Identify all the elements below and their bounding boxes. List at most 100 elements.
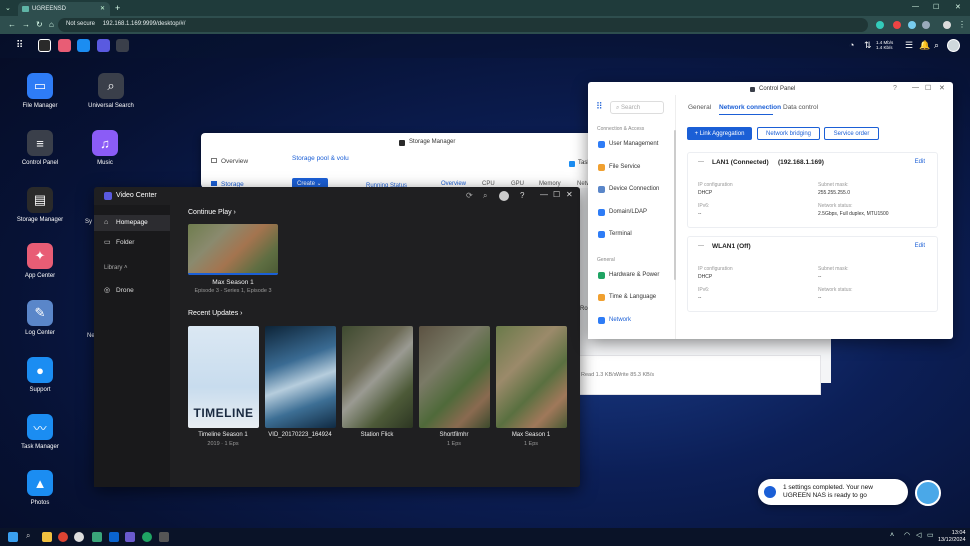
control-panel-taskbar-icon[interactable] — [116, 39, 129, 52]
desktop-icon-music[interactable]: ♫ Music — [75, 130, 135, 166]
close-icon[interactable]: ✕ — [939, 84, 945, 92]
sidebar-item-drone[interactable]: ◎ Drone — [94, 283, 170, 299]
user-avatar[interactable] — [947, 39, 960, 52]
storage-pool-tab[interactable]: Storage pool & volu — [292, 155, 349, 162]
extension-icon[interactable] — [876, 21, 884, 29]
recent-thumbnail[interactable] — [265, 326, 336, 428]
maximize-icon[interactable]: ☐ — [925, 84, 931, 92]
recent-thumbnail[interactable] — [496, 326, 567, 428]
minimize-icon[interactable]: — — [540, 190, 548, 199]
storage-taskbar-icon[interactable] — [38, 39, 51, 52]
cp-nav-device-connection[interactable]: Device Connection — [597, 183, 673, 197]
windows-start-icon[interactable] — [8, 532, 18, 542]
continue-thumbnail[interactable] — [188, 224, 278, 275]
desktop-icon-app-center[interactable]: ✦ App Center — [10, 243, 70, 279]
cp-nav-hardware-power[interactable]: Hardware & Power — [597, 269, 673, 283]
notification-bell-icon[interactable]: 🔔 — [919, 41, 930, 50]
record-icon[interactable] — [893, 21, 901, 29]
user-avatar[interactable] — [499, 191, 509, 201]
battery-icon[interactable]: ▭ — [927, 532, 934, 539]
desktop-icon-support[interactable]: ● Support — [10, 357, 70, 393]
volume-icon[interactable]: ◁ — [916, 532, 921, 539]
wifi-icon[interactable]: ◠ — [904, 532, 910, 539]
search-icon[interactable]: ⌕ — [483, 191, 487, 201]
forward-icon[interactable]: → — [22, 21, 30, 29]
search-icon[interactable]: ⌕ — [934, 41, 939, 50]
storage-manager-window[interactable]: Storage Manager Overview Storage Storage… — [201, 133, 611, 189]
profile-avatar-icon[interactable] — [943, 21, 951, 29]
task-manager-taskbar-icon[interactable] — [77, 39, 90, 52]
tab-data-control[interactable]: Data control — [783, 104, 818, 111]
desktop-icon-photos[interactable]: ▲ Photos — [10, 470, 70, 506]
control-panel-window[interactable]: Control Panel ? — ☐ ✕ ⠿ ⌕ Search Connect… — [588, 82, 953, 339]
cp-grid-icon[interactable]: ⠿ — [596, 102, 603, 111]
recent-thumbnail[interactable] — [419, 326, 490, 428]
reload-icon[interactable]: ↻ — [36, 21, 43, 29]
cp-sidebar-scrollbar[interactable] — [674, 130, 676, 280]
collapse-icon[interactable]: — — [698, 159, 704, 165]
tasks-icon[interactable]: ☰ — [905, 41, 913, 50]
recent-updates-heading[interactable]: Recent Updates › — [188, 310, 243, 317]
close-tab-icon[interactable]: ✕ — [100, 5, 105, 12]
help-icon[interactable]: ? — [893, 85, 897, 92]
desktop-icon-storage-manager[interactable]: ▤ Storage Manager — [10, 187, 70, 223]
browser-tab[interactable]: UGREENSD ✕ — [18, 2, 110, 16]
wlan1-edit-link[interactable]: Edit — [915, 243, 925, 249]
app-icon[interactable] — [92, 532, 102, 542]
speedometer-icon[interactable]: ◔ — [849, 41, 854, 50]
home-icon[interactable]: ⌂ — [49, 21, 54, 29]
service-order-button[interactable]: Service order — [824, 127, 879, 140]
storage-side-overview[interactable]: Overview — [211, 158, 248, 165]
recent-thumbnail[interactable] — [342, 326, 413, 428]
desktop-icon-universal-search[interactable]: ⌕ Universal Search — [81, 73, 141, 109]
refresh-icon[interactable]: ⟳ — [466, 191, 473, 200]
maximize-window-icon[interactable]: ☐ — [933, 3, 939, 11]
search-icon[interactable]: ⌕ — [26, 532, 30, 540]
extension-icon[interactable] — [908, 21, 916, 29]
tab-menu-icon[interactable]: ⌄ — [5, 4, 11, 12]
app-icon[interactable] — [159, 532, 169, 542]
cp-nav-time-language[interactable]: Time & Language — [597, 291, 673, 305]
minimize-window-icon[interactable]: — — [912, 3, 919, 10]
setup-notification[interactable]: 1 settings completed. Your new UGREEN NA… — [758, 479, 908, 505]
app-icon[interactable] — [142, 532, 152, 542]
maximize-icon[interactable]: ☐ — [553, 190, 560, 199]
new-tab-icon[interactable]: + — [115, 3, 120, 13]
link-aggregation-button[interactable]: + Link Aggregation — [687, 127, 752, 140]
library-header[interactable]: Library ˄ — [104, 265, 128, 271]
address-bar[interactable]: Not secure 192.168.1.169:9999/desktop/#/ — [58, 18, 868, 32]
tab-network-connection[interactable]: Network connection — [719, 104, 781, 111]
minimize-icon[interactable]: — — [912, 84, 919, 91]
sidebar-item-folder[interactable]: ▭ Folder — [94, 235, 170, 251]
clock[interactable]: 13:04 13/12/2024 — [938, 530, 966, 544]
close-window-icon[interactable]: ✕ — [955, 3, 961, 11]
video-center-window[interactable]: Video Center ⟳ ⌕ ? — ☐ ✕ ⌂ Homepage ▭ Fo… — [94, 187, 580, 487]
network-bridging-button[interactable]: Network bridging — [757, 127, 820, 140]
assistant-robot-icon[interactable] — [915, 480, 941, 506]
tray-chevron-icon[interactable]: ˄ — [890, 532, 894, 539]
cp-nav-network[interactable]: Network — [597, 314, 673, 328]
app-center-taskbar-icon[interactable] — [58, 39, 71, 52]
desktop-icon-log-center[interactable]: ✎ Log Center — [10, 300, 70, 336]
app-icon[interactable] — [74, 532, 84, 542]
help-icon[interactable]: ? — [520, 191, 524, 200]
app-icon[interactable] — [125, 532, 135, 542]
cp-nav-domain-ldap[interactable]: Domain/LDAP — [597, 206, 673, 220]
desktop-icon-control-panel[interactable]: ≡ Control Panel — [10, 130, 70, 166]
desktop-icon-file-manager[interactable]: ▭ File Manager — [10, 73, 70, 109]
sidebar-item-homepage[interactable]: ⌂ Homepage — [94, 215, 170, 231]
back-icon[interactable]: ← — [8, 21, 16, 29]
close-icon[interactable]: ✕ — [566, 190, 573, 199]
tab-general[interactable]: General — [688, 104, 711, 111]
video-center-taskbar-icon[interactable] — [97, 39, 110, 52]
recent-thumbnail[interactable]: TIMELINE — [188, 326, 259, 428]
app-icon[interactable] — [109, 532, 119, 542]
cp-nav-terminal[interactable]: Terminal — [597, 228, 673, 242]
lan1-edit-link[interactable]: Edit — [915, 159, 925, 165]
puzzle-icon[interactable] — [922, 21, 930, 29]
file-explorer-icon[interactable] — [42, 532, 52, 542]
more-menu-icon[interactable]: ⋮ — [958, 21, 966, 29]
app-grid-icon[interactable]: ⠿ — [16, 41, 23, 51]
chrome-icon[interactable] — [58, 532, 68, 542]
cp-search-input[interactable]: ⌕ Search — [610, 101, 664, 114]
